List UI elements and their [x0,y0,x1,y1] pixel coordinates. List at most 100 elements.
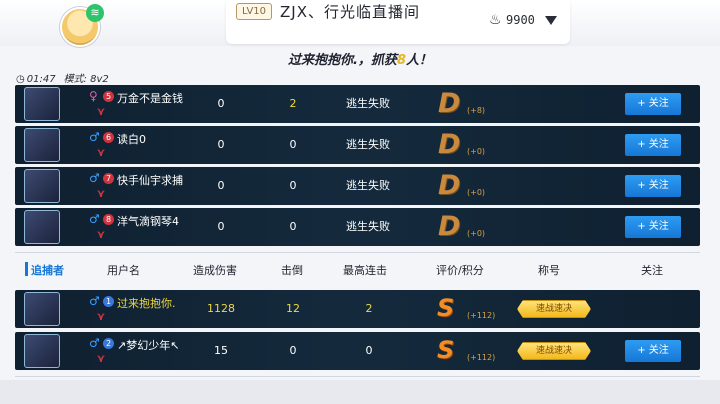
headline-prefix: 过来抱抱你.，抓获 [287,53,397,68]
player-name[interactable]: ↗梦幻少年↖ [117,337,179,353]
gender-icon: ♂ [89,130,100,144]
avatar[interactable] [24,334,60,368]
streak-value: 0 [365,344,373,357]
damage-value: 0 [217,179,225,192]
header-chaser: 追捕者 [31,264,64,277]
avatar[interactable] [24,169,60,203]
escape-result: 逃生失败 [346,179,390,192]
grade-score: (+112) [467,353,496,362]
rank-badge: 2 [103,338,114,349]
rank-badge: 7 [103,173,114,184]
header-rating: 评价/积分 [436,264,484,277]
wing-badge-icon: ⋎ [96,187,106,200]
avatar[interactable] [24,128,60,162]
section-accent [25,262,28,276]
survivor-row: ♂ 8 ⋎ 洋气滴钢琴4 0 0 逃生失败 D (+0) + 关注 [15,208,700,246]
rank-badge: 6 [103,132,114,143]
divider [15,252,700,253]
header-follow: 关注 [641,264,663,277]
wing-badge-icon: ⋎ [96,105,106,118]
grade-score: (+0) [467,188,486,197]
streak-value: 2 [365,302,373,315]
rank-badge: 8 [103,214,114,225]
divider [15,376,700,377]
chaser-row: ♂ 1 ⋎ 过来抱抱你. 1128 12 2 S (+112) 速战速决 [15,290,700,328]
grade-score: (+8) [467,106,486,115]
follow-button[interactable]: + 关注 [625,340,681,362]
player-name[interactable]: 快手仙宇求捕 [117,172,183,188]
damage-value: 0 [217,220,225,233]
grade-letter: D [438,129,461,160]
knockdown-value: 0 [289,179,297,192]
header-knockdowns: 击倒 [281,264,303,277]
knockdown-value: 12 [286,302,300,315]
rank-badge: 5 [103,91,114,102]
chaser-table-header: 追捕者 用户名 造成伤害 击倒 最高连击 评价/积分 称号 关注 [15,257,700,281]
wifi-icon: ≋ [86,4,104,22]
grade-letter: D [438,170,461,201]
header-title: 称号 [538,264,560,277]
match-timer: 01:47 [26,74,56,85]
match-info: ◷ 01:47 模式: 8v2 [16,70,109,85]
survivor-row: ♂ 7 ⋎ 快手仙宇求捕 0 0 逃生失败 D (+0) + 关注 [15,167,700,205]
follow-button[interactable]: + 关注 [625,93,681,115]
player-name[interactable]: 过来抱抱你. [117,295,176,311]
avatar[interactable] [24,210,60,244]
survivor-row: ♀ 5 ⋎ 万金不是金钱 0 2 逃生失败 D (+8) + 关注 [15,85,700,123]
damage-value: 0 [217,97,225,110]
escape-result: 逃生失败 [346,220,390,233]
damage-value: 0 [217,138,225,151]
avatar[interactable] [24,292,60,326]
grade-score: (+0) [467,147,486,156]
dropdown-icon[interactable] [545,16,557,25]
level-badge: LV10 [236,3,272,20]
wing-badge-icon: ⋎ [96,228,106,241]
room-title: ZJX、行光临直播间 [280,3,420,21]
result-headline: 过来抱抱你.，抓获8人！ [0,49,720,68]
follow-button[interactable]: + 关注 [625,175,681,197]
clock-icon: ◷ [16,74,25,85]
chaser-row: ♂ 2 ⋎ ↗梦幻少年↖ 15 0 0 S (+112) 速战速决 + 关注 [15,332,700,370]
player-name[interactable]: 洋气滴钢琴4 [117,213,179,229]
title-badge: 速战速决 [517,342,591,360]
wing-badge-icon: ⋎ [96,146,106,159]
player-name[interactable]: 读白0 [117,131,146,147]
header-damage: 造成伤害 [193,264,237,277]
grade-letter: S [437,336,455,364]
knockdown-value: 0 [289,220,297,233]
knockdown-value: 0 [289,344,297,357]
gender-icon: ♂ [89,212,100,226]
rank-badge: 1 [103,296,114,307]
grade-letter: D [438,211,461,242]
gender-icon: ♂ [89,171,100,185]
wing-badge-icon: ⋎ [96,352,106,365]
title-badge: 速战速决 [517,300,591,318]
headline-suffix: 人！ [405,53,432,68]
coin-count: 9900 [506,13,535,27]
escape-result: 逃生失败 [346,97,390,110]
flame-icon: ♨ [489,12,502,28]
survivor-row: ♂ 6 ⋎ 读白0 0 0 逃生失败 D (+0) + 关注 [15,126,700,164]
match-mode: 模式: 8v2 [63,74,109,85]
headline-count: 8 [396,53,406,68]
wing-badge-icon: ⋎ [96,310,106,323]
follow-button[interactable]: + 关注 [625,216,681,238]
gender-icon: ♂ [89,336,100,350]
player-name[interactable]: 万金不是金钱 [117,90,183,106]
knockdown-value: 0 [289,138,297,151]
header-streak: 最高连击 [343,264,387,277]
footer [0,380,720,404]
avatar[interactable] [24,87,60,121]
damage-value: 1128 [207,302,235,315]
header-username: 用户名 [107,264,140,277]
knockdown-value: 2 [289,97,297,110]
escape-result: 逃生失败 [346,138,390,151]
grade-letter: S [437,294,455,322]
gender-icon: ♂ [89,294,100,308]
grade-score: (+112) [467,311,496,320]
grade-letter: D [438,88,461,119]
grade-score: (+0) [467,229,486,238]
damage-value: 15 [214,344,228,357]
gender-icon: ♀ [89,89,98,103]
follow-button[interactable]: + 关注 [625,134,681,156]
